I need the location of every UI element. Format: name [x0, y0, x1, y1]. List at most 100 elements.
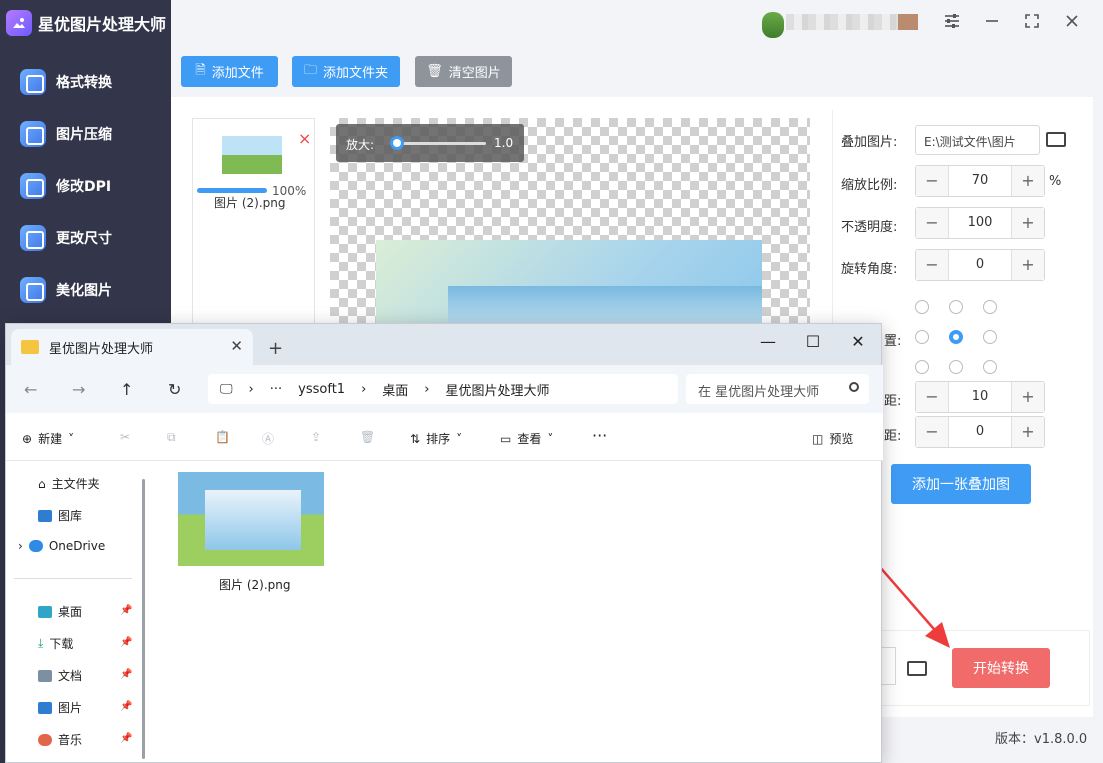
preview-pane-icon: ◫: [812, 431, 824, 446]
spacing-v-minus-button[interactable]: −: [916, 417, 948, 447]
start-convert-button[interactable]: 开始转换: [952, 648, 1050, 688]
explorer-maximize-icon[interactable]: ☐: [799, 332, 827, 351]
browse-folder-icon[interactable]: [1046, 132, 1066, 147]
explorer-tab[interactable]: 星优图片处理大师 ✕: [11, 329, 253, 365]
minimize-icon[interactable]: [980, 12, 1004, 36]
position-radio-center[interactable]: [949, 330, 963, 344]
breadcrumb-app-folder[interactable]: 星优图片处理大师: [446, 380, 550, 399]
nav-home[interactable]: ⌂ 主文件夹: [38, 475, 100, 492]
view-button[interactable]: ▭ 查看 ˅: [500, 430, 553, 447]
pin-icon[interactable]: 📌: [120, 637, 132, 648]
nav-desktop[interactable]: 桌面: [38, 603, 82, 620]
spacing-v-value-input[interactable]: 0: [948, 417, 1012, 447]
opacity-plus-button[interactable]: +: [1012, 208, 1044, 238]
position-radio-tl[interactable]: [915, 300, 929, 314]
rename-icon[interactable]: Ⓐ: [262, 430, 274, 447]
add-overlay-button[interactable]: 添加一张叠加图: [891, 464, 1031, 504]
breadcrumb-desktop[interactable]: 桌面: [382, 380, 408, 399]
spacing-h-plus-button[interactable]: +: [1012, 382, 1044, 412]
breadcrumb-separator-icon: ›: [361, 381, 367, 397]
nav-pictures[interactable]: 图片: [38, 699, 82, 716]
zoom-slider-handle[interactable]: [390, 136, 404, 150]
preview-pane-button[interactable]: ◫ 预览: [812, 430, 853, 447]
nav-pane-scrollbar[interactable]: [142, 479, 145, 759]
rotation-minus-button[interactable]: −: [916, 250, 948, 280]
refresh-icon[interactable]: ↻: [168, 380, 181, 399]
opacity-value-input[interactable]: 100: [948, 208, 1012, 238]
up-icon[interactable]: ↑: [120, 380, 133, 399]
remove-file-icon[interactable]: ×: [298, 129, 311, 148]
maximize-icon[interactable]: [1020, 12, 1044, 36]
nav-music[interactable]: 音乐: [38, 731, 82, 748]
scale-value-input[interactable]: 70: [948, 166, 1012, 196]
nav-beautify[interactable]: 美化图片: [0, 264, 171, 316]
more-options-icon[interactable]: ···: [592, 426, 607, 445]
sort-button[interactable]: ⇅ 排序 ˅: [410, 430, 462, 447]
address-bar[interactable]: 🖵 › ··· yssoft1 › 桌面 › 星优图片处理大师: [208, 374, 678, 404]
nav-gallery-label: 图库: [58, 509, 83, 523]
rotation-label: 旋转角度:: [841, 262, 898, 277]
delete-icon[interactable]: 🗑: [360, 430, 375, 444]
nav-gallery[interactable]: 图库: [38, 507, 82, 524]
spacing-h-value-input[interactable]: 10: [948, 382, 1012, 412]
scale-plus-button[interactable]: +: [1012, 166, 1044, 196]
settings-sliders-icon[interactable]: [940, 12, 964, 36]
file-tile-name[interactable]: 图片 (2).png: [219, 576, 290, 593]
spacing-h-minus-button[interactable]: −: [916, 382, 948, 412]
paste-icon[interactable]: 📋: [215, 430, 230, 444]
nav-documents[interactable]: 文档: [38, 667, 82, 684]
explorer-search-input[interactable]: 在 星优图片处理大师: [686, 374, 869, 404]
copy-icon[interactable]: ⧉: [167, 430, 176, 445]
position-radio-bl[interactable]: [915, 360, 929, 374]
add-folder-button[interactable]: 🗀 添加文件夹: [292, 56, 400, 87]
tab-close-icon[interactable]: ✕: [230, 337, 243, 355]
output-folder-icon[interactable]: [907, 661, 927, 676]
pin-icon[interactable]: 📌: [120, 733, 132, 744]
nav-dpi[interactable]: 修改DPI: [0, 160, 171, 212]
sort-label: 排序: [426, 432, 451, 446]
close-icon[interactable]: [1060, 12, 1084, 36]
share-icon[interactable]: ⇪: [311, 430, 321, 444]
new-tab-icon[interactable]: +: [268, 338, 283, 359]
pin-icon[interactable]: 📌: [120, 701, 132, 712]
nav-downloads[interactable]: ⤓ 下载: [38, 635, 73, 652]
position-radio-bc[interactable]: [949, 360, 963, 374]
nav-label: 美化图片: [56, 283, 112, 299]
scale-minus-button[interactable]: −: [916, 166, 948, 196]
scale-unit: %: [1049, 174, 1062, 189]
clear-images-button[interactable]: 🗑 清空图片: [415, 56, 512, 87]
explorer-minimize-icon[interactable]: —: [754, 332, 782, 351]
rotation-value-input[interactable]: 0: [948, 250, 1012, 280]
position-radio-br[interactable]: [983, 360, 997, 374]
breadcrumb-overflow-icon[interactable]: ···: [270, 382, 282, 397]
cut-icon[interactable]: ✂: [120, 430, 130, 444]
file-thumbnail[interactable]: [222, 136, 282, 174]
nav-onedrive[interactable]: › OneDrive: [18, 539, 105, 553]
rotation-plus-button[interactable]: +: [1012, 250, 1044, 280]
overlay-image-path-input[interactable]: E:\测试文件\图片: [915, 125, 1040, 155]
nav-resize[interactable]: 更改尺寸: [0, 212, 171, 264]
output-path-input[interactable]: [880, 647, 896, 685]
preview-label: 预览: [829, 432, 854, 446]
add-file-button[interactable]: 🗎 添加文件: [181, 56, 278, 87]
position-radio-tr[interactable]: [983, 300, 997, 314]
folder-icon: [21, 340, 39, 354]
spacing-v-plus-button[interactable]: +: [1012, 417, 1044, 447]
zoom-slider-track[interactable]: [396, 142, 486, 145]
pin-icon[interactable]: 📌: [120, 669, 132, 680]
back-icon[interactable]: ←: [24, 380, 37, 399]
explorer-close-icon[interactable]: ✕: [844, 332, 872, 351]
user-avatar[interactable]: [762, 12, 784, 38]
spacing-h-stepper: − 10 +: [915, 381, 1045, 413]
position-radio-tc[interactable]: [949, 300, 963, 314]
nav-format-convert[interactable]: 格式转换: [0, 56, 171, 108]
opacity-minus-button[interactable]: −: [916, 208, 948, 238]
nav-compress[interactable]: 图片压缩: [0, 108, 171, 160]
breadcrumb-yssoft1[interactable]: yssoft1: [298, 382, 345, 397]
pin-icon[interactable]: 📌: [120, 605, 132, 616]
position-radio-mr[interactable]: [983, 330, 997, 344]
position-radio-ml[interactable]: [915, 330, 929, 344]
forward-icon[interactable]: →: [72, 380, 85, 399]
nav-label: 修改DPI: [56, 179, 112, 195]
new-button[interactable]: ⊕ 新建 ˅: [22, 430, 74, 447]
